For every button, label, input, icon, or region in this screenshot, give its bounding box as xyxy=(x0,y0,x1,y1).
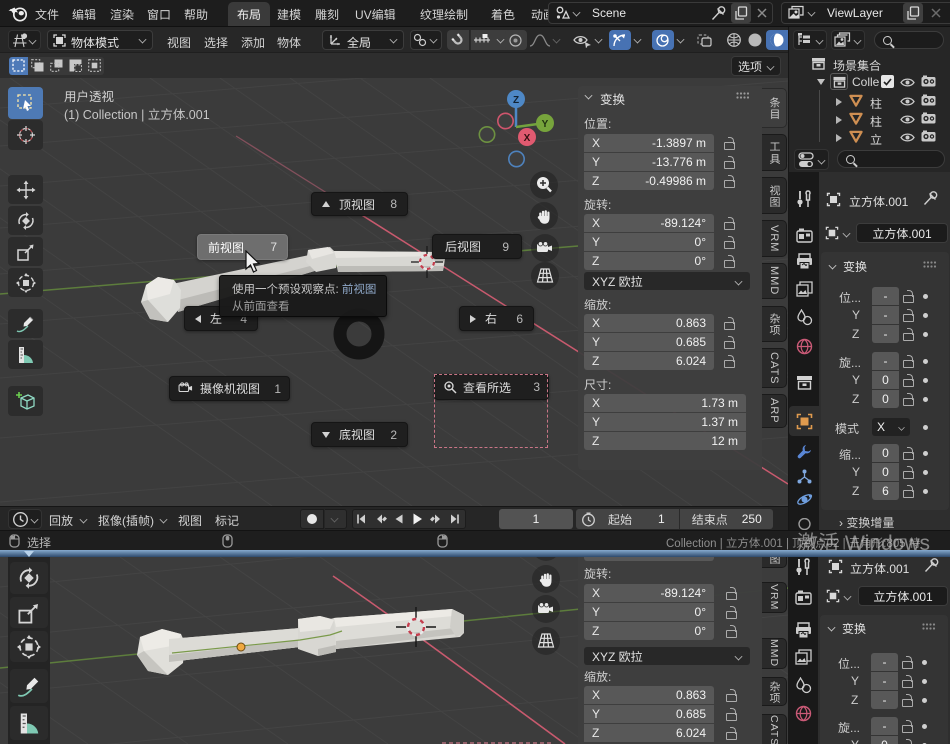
svg-text:Y: Y xyxy=(542,119,549,130)
svg-text:Z: Z xyxy=(513,95,519,106)
svg-text:X: X xyxy=(524,133,531,144)
